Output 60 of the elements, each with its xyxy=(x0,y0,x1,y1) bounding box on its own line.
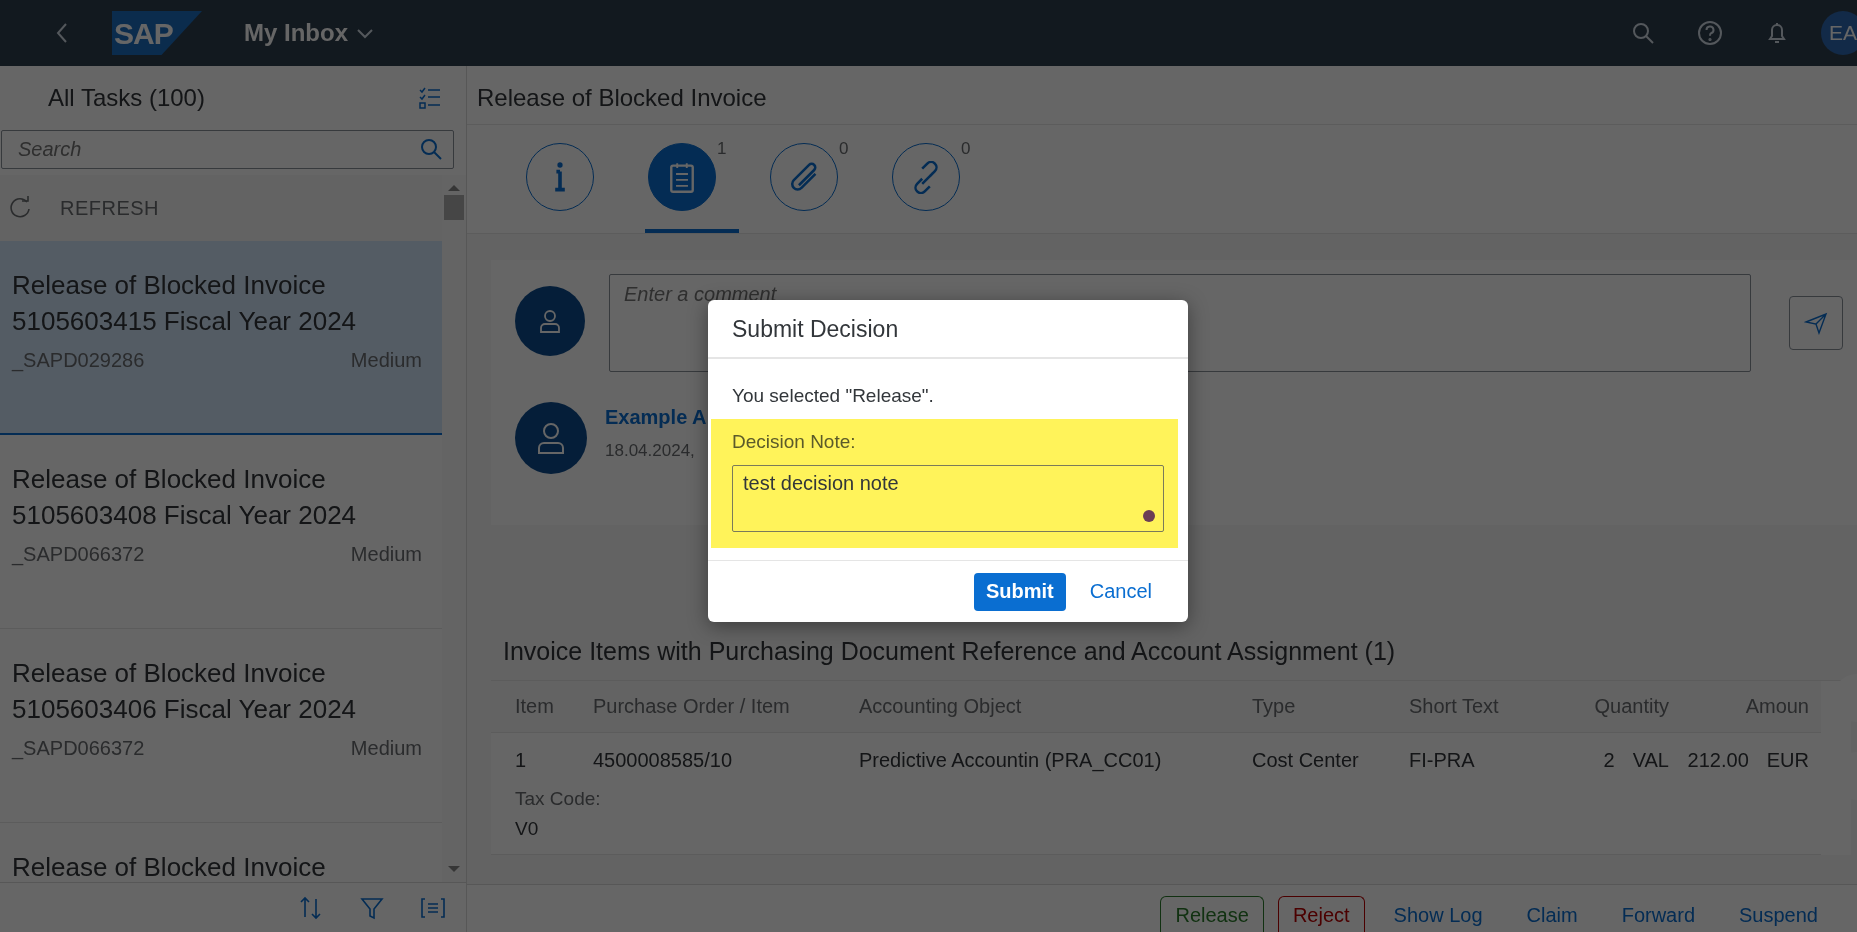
author-link[interactable]: Example A xyxy=(605,406,707,429)
sort-icon[interactable] xyxy=(298,894,324,921)
count-label: 0 xyxy=(961,139,971,159)
send-button[interactable] xyxy=(1789,296,1843,350)
filter-icon[interactable] xyxy=(360,895,384,920)
checklist-icon[interactable] xyxy=(418,86,442,110)
table-cell: 212.00 xyxy=(1687,749,1749,772)
action-button[interactable]: Forward xyxy=(1606,896,1711,932)
user-avatar[interactable]: EA xyxy=(1821,11,1857,55)
cursor-dot-icon xyxy=(1143,510,1155,522)
dialog-title: Submit Decision xyxy=(708,300,1188,359)
task-title: Release of Blocked Invoice 5105603406 Fiscal Year 2024 xyxy=(12,657,358,726)
send-icon xyxy=(1804,311,1828,335)
table-cell: 2 xyxy=(1603,749,1615,772)
caret-icon xyxy=(356,27,374,39)
field-label: Tax Code: xyxy=(515,788,602,810)
table-cell-text: 4500008585/10 xyxy=(592,748,734,773)
dialog-button[interactable]: Cancel xyxy=(1089,572,1152,611)
field-label: Decision Note: xyxy=(732,431,857,453)
action-button[interactable]: Reject xyxy=(1277,896,1365,932)
table-cell-text: FI-PRA xyxy=(1408,748,1476,773)
action-button[interactable]: Release xyxy=(1160,896,1264,932)
task-title: Release of Blocked Invoice 5105603415 Fiscal Year 2024 xyxy=(12,269,358,338)
dialog-button[interactable]: Submit xyxy=(973,572,1066,611)
action-button[interactable]: Suspend xyxy=(1724,896,1833,932)
decision-note-field[interactable]: test decision note xyxy=(732,465,1164,532)
dialog-message: You selected "Release". xyxy=(731,385,935,407)
count-label: 0 xyxy=(839,139,849,159)
task-priority: Medium xyxy=(350,737,422,760)
info-icon xyxy=(554,162,566,192)
help-icon[interactable] xyxy=(1697,20,1723,46)
search-icon[interactable] xyxy=(1631,21,1655,45)
refresh-icon xyxy=(8,196,32,220)
table-cell-text: 1 xyxy=(514,748,528,773)
search-icon[interactable] xyxy=(420,138,442,160)
task-title: Release of Blocked Invoice 5105603408 Fiscal Year 2024 xyxy=(12,463,358,532)
action-button[interactable]: Claim xyxy=(1511,896,1593,932)
app-title-menu[interactable]: My Inbox xyxy=(244,19,374,47)
links-icon xyxy=(912,160,940,194)
task-priority: Medium xyxy=(350,543,422,566)
table-cell: VAL xyxy=(1632,749,1669,772)
task-creator: _SAPD066372 xyxy=(12,543,145,566)
bell-icon[interactable] xyxy=(1765,20,1789,46)
group-icon[interactable] xyxy=(420,895,446,920)
table-cell-text: Cost Center xyxy=(1251,748,1360,773)
logo: SAP xyxy=(112,11,202,55)
attachments-icon xyxy=(790,161,818,193)
task-creator: _SAPD066372 xyxy=(12,737,145,760)
table-cell-text: Predictive Accountin (PRA_CC01) xyxy=(858,748,1163,774)
back-icon[interactable] xyxy=(55,21,69,45)
task-list-title: All Tasks (100) xyxy=(48,84,205,112)
task-title: Release of Blocked Invoice xyxy=(12,851,327,882)
notes-icon xyxy=(670,161,694,193)
table-cell: EUR xyxy=(1766,749,1809,772)
note-date: 18.04.2024, xyxy=(605,441,696,461)
count-label: 1 xyxy=(717,139,727,159)
action-button[interactable]: Show Log xyxy=(1378,896,1498,932)
table-title: Invoice Items with Purchasing Document Reference and Account Assignment (1) xyxy=(502,637,1397,667)
person-icon xyxy=(535,421,567,455)
field-value: V0 xyxy=(515,818,540,840)
